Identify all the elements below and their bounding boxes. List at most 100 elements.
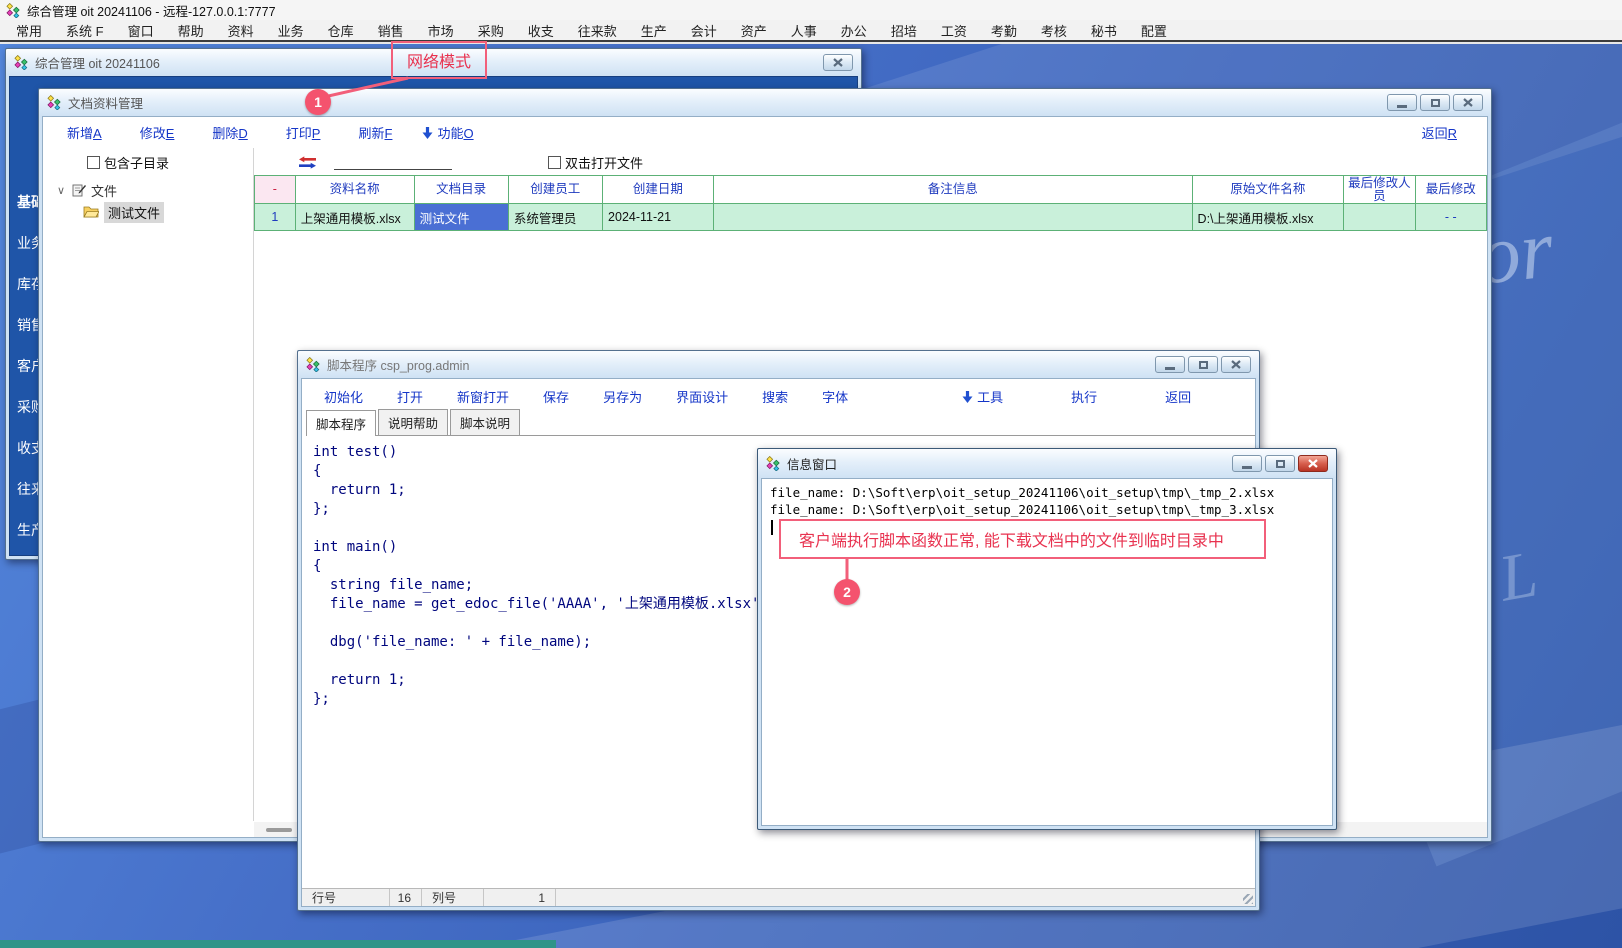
open-folder-icon [83, 206, 99, 218]
toolbar-button[interactable]: 打开 [397, 387, 423, 406]
menu-item[interactable]: 办公 [829, 19, 879, 42]
close-button[interactable] [823, 54, 853, 71]
main-titlebar[interactable]: 综合管理 oit 20241106 - 远程-127.0.0.1:7777 [0, 0, 1622, 20]
menu-item[interactable]: 常用 [4, 19, 54, 42]
doc-window-title: 文档资料管理 [68, 93, 143, 112]
column-header[interactable]: 最后修改 [1416, 175, 1487, 204]
menu-item[interactable]: 采购 [466, 19, 516, 42]
toolbar-button[interactable]: 新窗打开 [457, 387, 509, 406]
menu-item[interactable]: 业务 [266, 19, 316, 42]
col-label: 列号 [422, 889, 484, 906]
minimize-button[interactable] [1232, 455, 1262, 472]
run-button[interactable]: 执行 [1071, 387, 1097, 406]
window-info: 信息窗口 file_name: D:\Soft\erp\oit_setup_20… [757, 448, 1337, 830]
column-header[interactable]: 创建员工 [509, 175, 603, 204]
menu-item[interactable]: 考核 [1029, 19, 1079, 42]
minimize-icon [1242, 466, 1252, 469]
table-cell[interactable]: 1 [254, 204, 296, 231]
toolbar-button[interactable]: 修改E [140, 123, 175, 142]
menu-item[interactable]: 系统 F [54, 19, 116, 42]
column-header[interactable]: - [254, 175, 296, 204]
menu-item[interactable]: 资产 [729, 19, 779, 42]
minimize-button[interactable] [1155, 356, 1185, 373]
menu-item[interactable]: 市场 [416, 19, 466, 42]
resize-grip[interactable] [1243, 894, 1253, 904]
table-cell[interactable]: 上架通用模板.xlsx [296, 204, 415, 231]
info-window-titlebar[interactable]: 信息窗口 [758, 449, 1336, 478]
close-icon [1463, 98, 1473, 107]
minimize-button[interactable] [1387, 94, 1417, 111]
toolbar-button[interactable]: 打印P [286, 123, 321, 142]
maximize-icon [1431, 99, 1440, 107]
menu-item[interactable]: 工资 [929, 19, 979, 42]
tree-node-root[interactable]: ∨ 文件 [43, 179, 253, 201]
dblclick-open-checkbox[interactable]: 双击打开文件 [548, 153, 643, 172]
close-button[interactable] [1298, 455, 1328, 472]
tree-node-child[interactable]: 测试文件 [43, 201, 253, 223]
taskbar-strip[interactable] [0, 940, 556, 948]
column-header[interactable]: 资料名称 [296, 175, 415, 204]
menu-item[interactable]: 秘书 [1079, 19, 1129, 42]
maximize-button[interactable] [1420, 94, 1450, 111]
table-cell[interactable]: 测试文件 [415, 204, 509, 231]
maximize-button[interactable] [1265, 455, 1295, 472]
doc-window-titlebar[interactable]: 文档资料管理 [39, 89, 1491, 116]
include-subdirs-checkbox[interactable]: 包含子目录 [87, 153, 169, 172]
close-button[interactable] [1453, 94, 1483, 111]
menu-item[interactable]: 窗口 [116, 19, 166, 42]
toolbar-button[interactable]: 新增A [67, 123, 102, 142]
toolbar-button[interactable]: 删除D [212, 123, 247, 142]
arrow-down-icon [422, 127, 433, 139]
tab[interactable]: 说明帮助 [378, 409, 448, 435]
menu-item[interactable]: 招培 [879, 19, 929, 42]
menu-item[interactable]: 会计 [679, 19, 729, 42]
menu-item[interactable]: 帮助 [166, 19, 216, 42]
filter-input[interactable] [334, 154, 452, 170]
menu-item[interactable]: 仓库 [316, 19, 366, 42]
toolbar-button[interactable]: 界面设计 [676, 387, 728, 406]
back-button[interactable]: 返回 [1165, 387, 1191, 406]
checkbox-box [548, 156, 561, 169]
table-cell[interactable]: - - [1416, 204, 1487, 231]
toolbar-button[interactable]: 刷新F [358, 123, 392, 142]
swap-arrows-icon[interactable] [299, 156, 316, 169]
menu-item[interactable]: 考勤 [979, 19, 1029, 42]
doc-filter-row: 包含子目录 双击打开文件 [43, 148, 1487, 176]
maximize-icon [1276, 460, 1285, 468]
table-cell[interactable]: D:\上架通用模板.xlsx [1193, 204, 1345, 231]
menu-item[interactable]: 配置 [1129, 19, 1179, 42]
log-output: file_name: D:\Soft\erp\oit_setup_2024110… [762, 479, 1332, 518]
column-header[interactable]: 创建日期 [603, 175, 714, 204]
toolbar-button[interactable]: 字体 [822, 387, 848, 406]
table-cell[interactable] [1344, 204, 1415, 231]
tab[interactable]: 脚本说明 [450, 409, 520, 435]
toolbar-button[interactable]: 另存为 [603, 387, 642, 406]
column-header[interactable]: 原始文件名称 [1193, 175, 1345, 204]
app-icon [766, 456, 781, 471]
column-header[interactable]: 备注信息 [714, 175, 1193, 204]
script-window-titlebar[interactable]: 脚本程序 csp_prog.admin [298, 351, 1259, 378]
close-button[interactable] [1221, 356, 1251, 373]
scrollbar-thumb[interactable] [266, 828, 292, 832]
menu-item[interactable]: 销售 [366, 19, 416, 42]
app-icon [6, 3, 21, 18]
tab[interactable]: 脚本程序 [306, 410, 376, 436]
chevron-down-icon[interactable]: ∨ [55, 184, 67, 197]
menu-item[interactable]: 资料 [216, 19, 266, 42]
table-cell[interactable] [714, 204, 1192, 231]
back-button[interactable]: 返回R [1422, 123, 1457, 142]
maximize-button[interactable] [1188, 356, 1218, 373]
menu-item[interactable]: 往来款 [566, 19, 629, 42]
column-header[interactable]: 最后修改人员 [1344, 175, 1415, 204]
menu-item[interactable]: 生产 [629, 19, 679, 42]
functions-button[interactable]: 功能O [422, 123, 473, 142]
tools-button[interactable]: 工具 [962, 387, 1003, 406]
table-cell[interactable]: 系统管理员 [509, 204, 603, 231]
toolbar-button[interactable]: 保存 [543, 387, 569, 406]
toolbar-button[interactable]: 初始化 [324, 387, 363, 406]
menu-item[interactable]: 收支 [516, 19, 566, 42]
table-cell[interactable]: 2024-11-21 [603, 204, 714, 231]
column-header[interactable]: 文档目录 [415, 175, 509, 204]
menu-item[interactable]: 人事 [779, 19, 829, 42]
toolbar-button[interactable]: 搜索 [762, 387, 788, 406]
